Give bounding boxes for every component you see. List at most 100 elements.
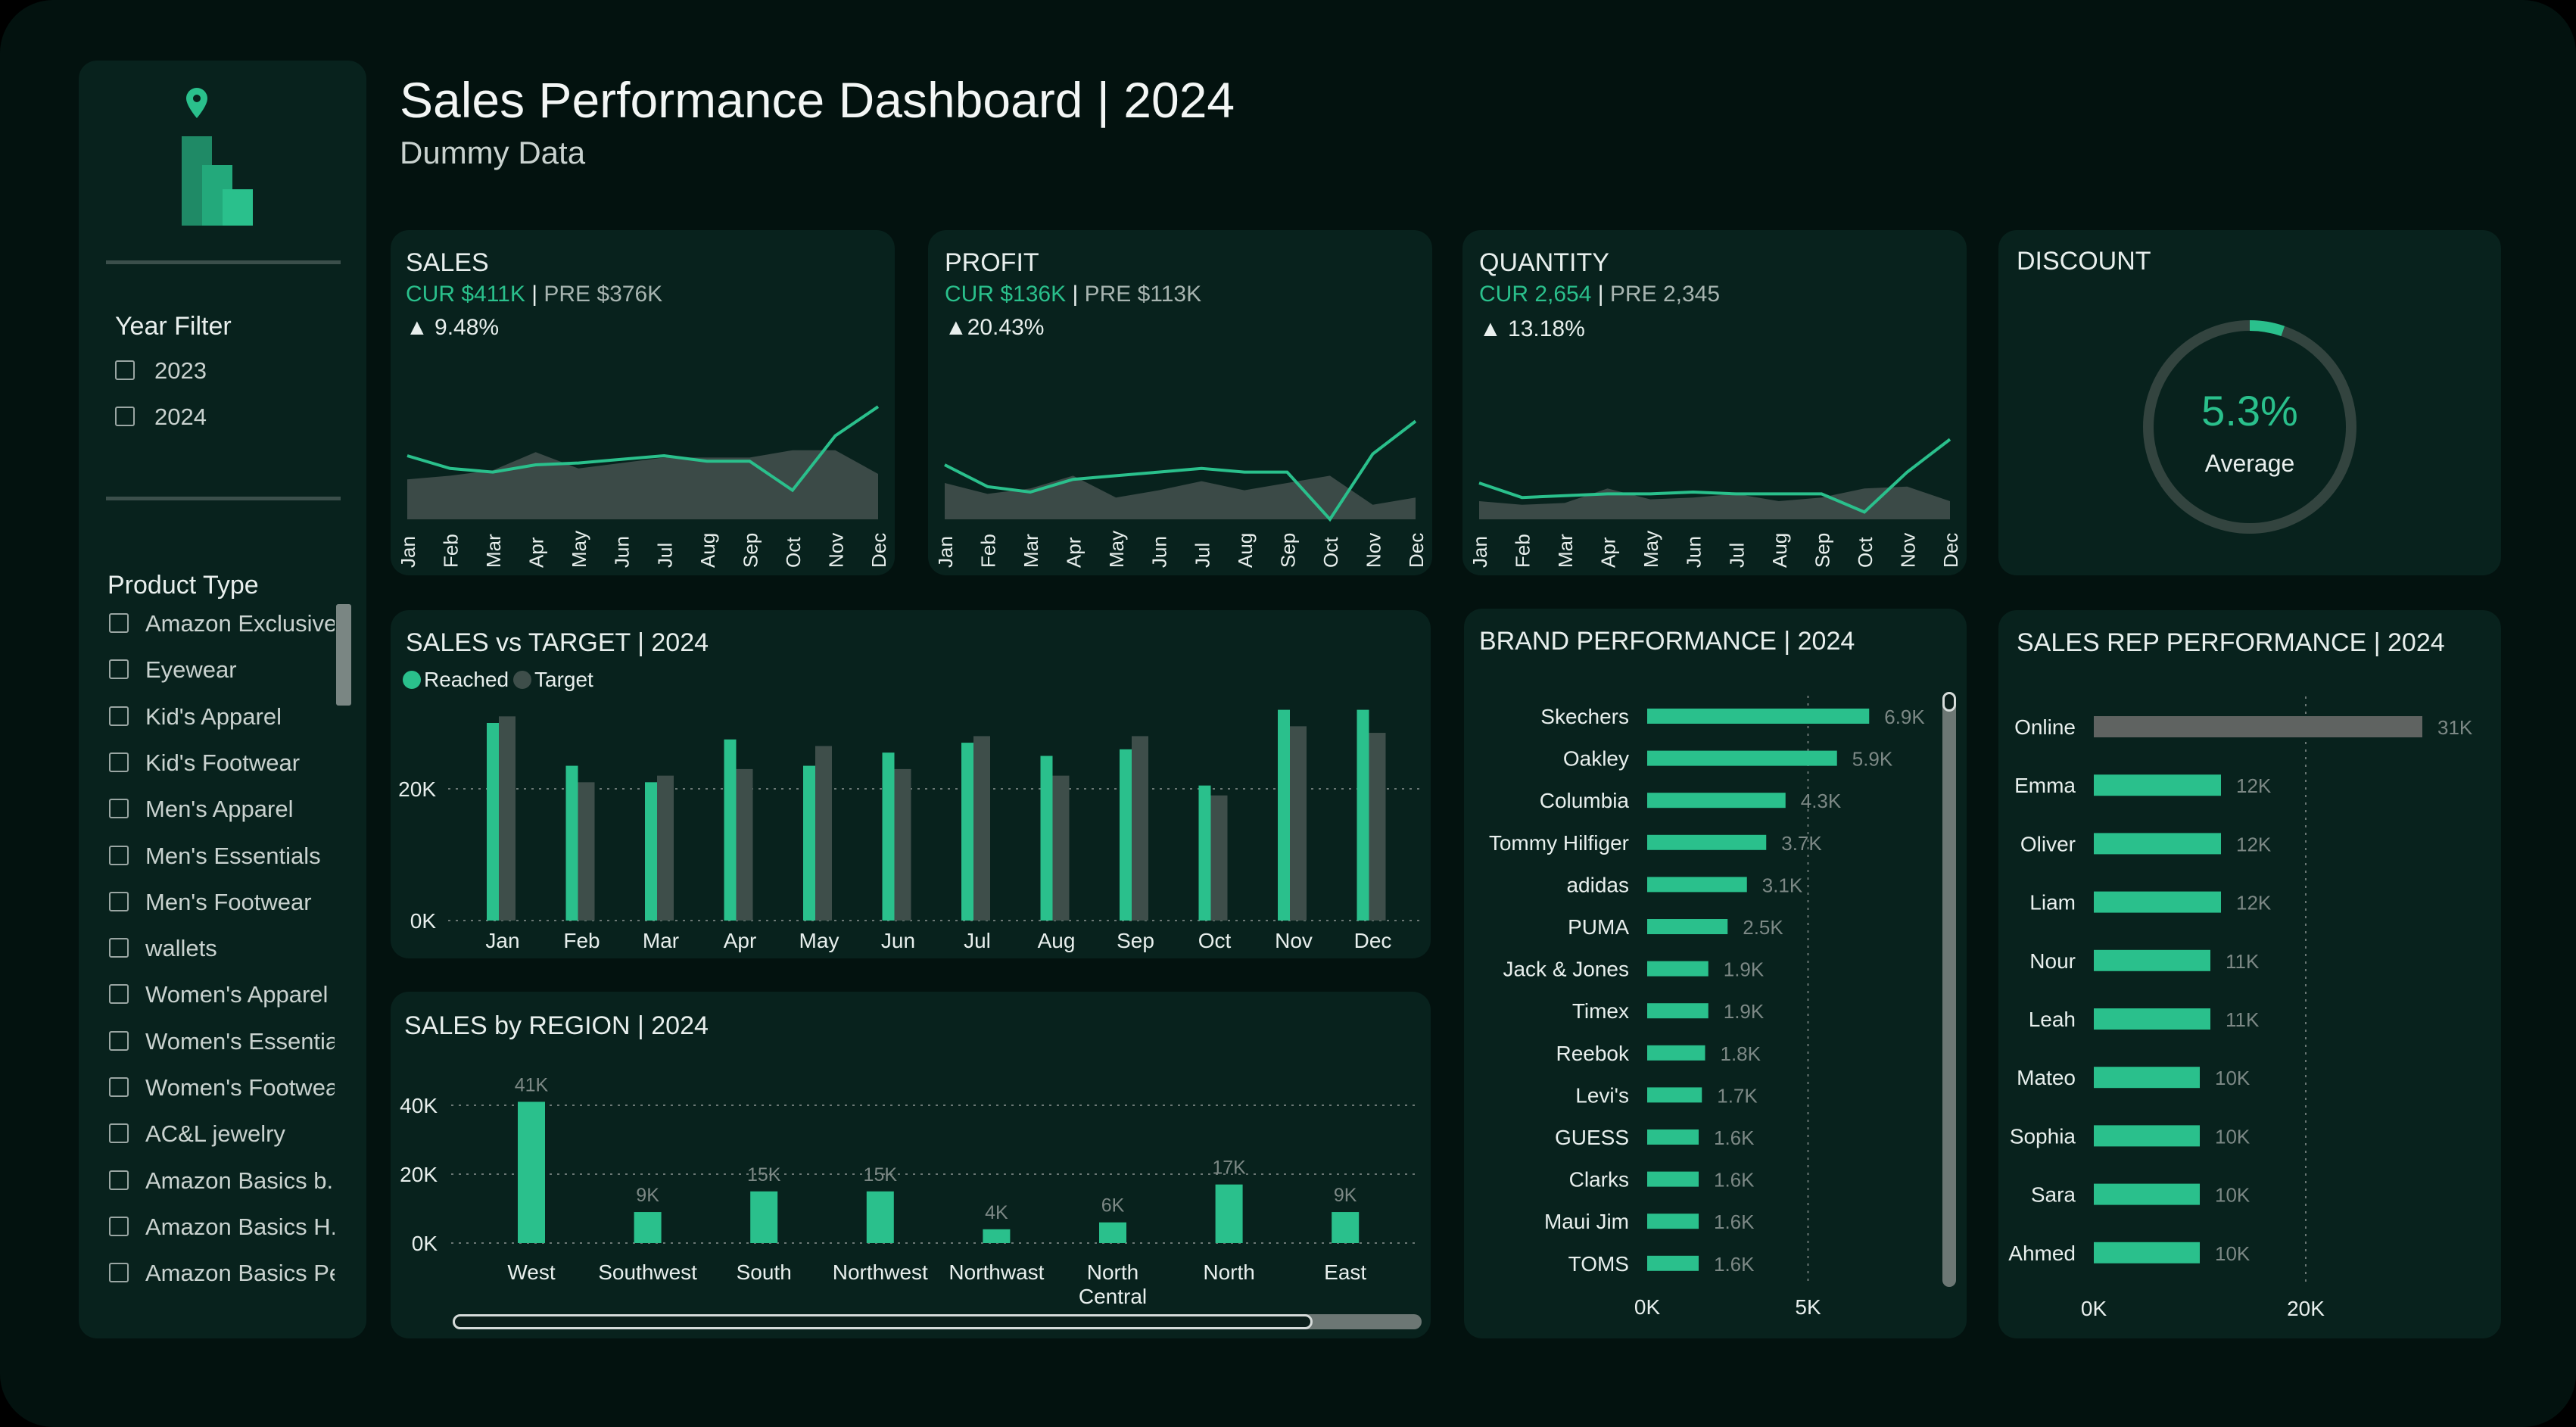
checkbox-icon[interactable] <box>109 799 129 819</box>
target-bar[interactable] <box>973 736 990 921</box>
brand-bar[interactable] <box>1647 1129 1699 1145</box>
sidebar-scrollbar[interactable] <box>336 604 351 706</box>
region-data-label: 6K <box>1101 1195 1125 1217</box>
reached-bar[interactable] <box>1040 756 1053 921</box>
checkbox-icon[interactable] <box>109 1216 129 1236</box>
checkbox-icon[interactable] <box>115 407 135 426</box>
checkbox-icon[interactable] <box>109 1123 129 1144</box>
sales-rep-bar[interactable] <box>2094 833 2221 855</box>
target-bar[interactable] <box>1210 795 1228 921</box>
reached-bar[interactable] <box>724 739 737 921</box>
brand-bar[interactable] <box>1647 1214 1699 1229</box>
target-bar[interactable] <box>894 768 911 921</box>
brand-bar[interactable] <box>1647 1045 1705 1061</box>
product-type-option-label[interactable]: Kid's Footwear <box>145 749 300 777</box>
brand-scrollbar-thumb[interactable] <box>1942 692 1956 712</box>
checkbox-icon[interactable] <box>109 659 129 680</box>
checkbox-icon[interactable] <box>109 845 129 865</box>
checkbox-icon[interactable] <box>109 1263 129 1283</box>
year-filter-option-label[interactable]: 2024 <box>154 403 207 431</box>
product-type-option-label[interactable]: Women's Footwear <box>145 1074 335 1101</box>
target-bar[interactable] <box>815 746 832 921</box>
region-bar[interactable] <box>983 1229 1011 1243</box>
product-type-option-label[interactable]: Amazon Basics b... <box>145 1167 335 1195</box>
region-bar[interactable] <box>1215 1184 1243 1243</box>
checkbox-icon[interactable] <box>109 984 129 1005</box>
sales-rep-bar[interactable] <box>2094 891 2221 913</box>
region-bar[interactable] <box>750 1191 778 1243</box>
year-filter-option-label[interactable]: 2023 <box>154 357 207 385</box>
reached-bar[interactable] <box>961 743 973 921</box>
brand-bar[interactable] <box>1647 793 1786 809</box>
sales-rep-bar[interactable] <box>2094 716 2422 737</box>
product-type-option-label[interactable]: Men's Essentials <box>145 843 321 870</box>
reached-bar[interactable] <box>487 723 499 921</box>
region-data-label: 4K <box>985 1202 1008 1223</box>
brand-name-label: GUESS <box>1555 1126 1629 1149</box>
checkbox-icon[interactable] <box>109 1030 129 1051</box>
reached-bar[interactable] <box>565 765 578 921</box>
checkbox-icon[interactable] <box>109 1170 129 1190</box>
product-type-option-label[interactable]: wallets <box>145 935 217 962</box>
brand-value-label: 1.8K <box>1721 1042 1761 1065</box>
sales-rep-bar[interactable] <box>2094 1183 2200 1205</box>
product-type-option-label[interactable]: Kid's Apparel <box>145 703 282 731</box>
reached-bar[interactable] <box>1357 709 1369 921</box>
brand-bar[interactable] <box>1647 750 1837 766</box>
brand-bar[interactable] <box>1647 1087 1702 1103</box>
checkbox-icon[interactable] <box>115 360 135 380</box>
product-type-option-label[interactable]: Amazon Exclusive... <box>145 610 335 637</box>
brand-scrollbar[interactable] <box>1942 692 1956 1287</box>
target-bar[interactable] <box>499 716 516 921</box>
brand-bar[interactable] <box>1647 1171 1699 1187</box>
region-bar[interactable] <box>1332 1212 1360 1243</box>
brand-bar[interactable] <box>1647 1003 1709 1019</box>
brand-bar[interactable] <box>1647 877 1747 893</box>
reached-bar[interactable] <box>803 765 815 921</box>
region-bar[interactable] <box>518 1101 545 1243</box>
region-bar[interactable] <box>1099 1222 1126 1243</box>
reached-bar[interactable] <box>1278 709 1290 921</box>
brand-bar[interactable] <box>1647 919 1728 934</box>
checkbox-icon[interactable] <box>109 752 129 772</box>
target-bar[interactable] <box>1132 736 1148 921</box>
product-type-option-label[interactable]: Amazon Basics H... <box>145 1214 335 1241</box>
target-bar[interactable] <box>1290 726 1307 921</box>
target-bar[interactable] <box>1369 733 1386 921</box>
checkbox-icon[interactable] <box>109 891 129 911</box>
target-bar[interactable] <box>1052 775 1070 921</box>
sales-rep-bar[interactable] <box>2094 1067 2200 1089</box>
target-bar[interactable] <box>578 782 595 921</box>
brand-bar[interactable] <box>1647 961 1709 977</box>
reached-bar[interactable] <box>882 752 895 921</box>
product-type-option-label[interactable]: Amazon Basics Pe... <box>145 1260 335 1287</box>
product-type-option-label[interactable]: Women's Essentials <box>145 1028 335 1055</box>
product-type-option-label[interactable]: Men's Footwear <box>145 889 312 916</box>
sales-rep-bar[interactable] <box>2094 1125 2200 1147</box>
checkbox-icon[interactable] <box>109 1077 129 1097</box>
reached-bar[interactable] <box>645 782 657 921</box>
checkbox-icon[interactable] <box>109 938 129 958</box>
horizontal-scrollbar-thumb[interactable] <box>453 1314 1313 1329</box>
checkbox-icon[interactable] <box>109 613 129 633</box>
region-bar[interactable] <box>866 1191 894 1243</box>
target-bar[interactable] <box>657 775 674 921</box>
horizontal-scrollbar-track[interactable] <box>453 1314 1422 1329</box>
sales-rep-bar[interactable] <box>2094 1008 2210 1030</box>
sales-rep-bar[interactable] <box>2094 1242 2200 1263</box>
brand-bar[interactable] <box>1647 709 1870 724</box>
reached-bar[interactable] <box>1120 749 1132 921</box>
product-type-option-label[interactable]: AC&L jewelry <box>145 1120 285 1148</box>
checkbox-icon[interactable] <box>109 706 129 726</box>
product-type-option-label[interactable]: Women's Apparel <box>145 981 328 1008</box>
product-type-option-label[interactable]: Men's Apparel <box>145 796 293 823</box>
brand-bar[interactable] <box>1647 834 1767 850</box>
product-type-option-label[interactable]: Eyewear <box>145 656 237 684</box>
reached-bar[interactable] <box>1198 785 1211 921</box>
sales-rep-bar[interactable] <box>2094 774 2221 796</box>
region-bar[interactable] <box>634 1212 662 1243</box>
page-title: Sales Performance Dashboard | 2024 <box>400 72 1235 128</box>
sales-rep-bar[interactable] <box>2094 949 2210 971</box>
target-bar[interactable] <box>736 768 753 921</box>
brand-bar[interactable] <box>1647 1255 1699 1271</box>
